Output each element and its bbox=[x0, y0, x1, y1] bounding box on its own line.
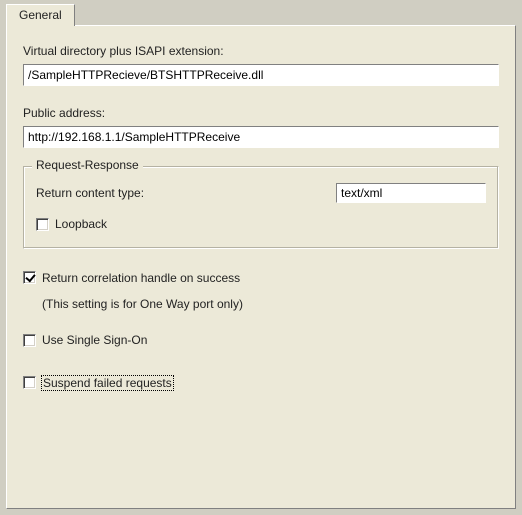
groupbox-request-response-title: Request-Response bbox=[32, 158, 143, 172]
suspend-failed-checkbox-box bbox=[23, 376, 36, 389]
loopback-checkbox-label: Loopback bbox=[55, 217, 107, 231]
public-address-label: Public address: bbox=[23, 106, 499, 120]
return-content-type-input[interactable] bbox=[336, 183, 486, 203]
groupbox-request-response: Request-Response Return content type: Lo… bbox=[23, 166, 499, 249]
use-sso-checkbox-label: Use Single Sign-On bbox=[42, 333, 147, 347]
use-sso-checkbox[interactable]: Use Single Sign-On bbox=[23, 333, 147, 347]
tab-strip: General bbox=[6, 4, 75, 26]
return-content-type-row: Return content type: bbox=[36, 183, 486, 203]
loopback-checkbox-box bbox=[36, 218, 49, 231]
tab-general-label: General bbox=[19, 8, 62, 22]
suspend-failed-checkbox[interactable]: Suspend failed requests bbox=[23, 376, 173, 390]
vdir-input[interactable] bbox=[23, 64, 499, 86]
use-sso-checkbox-box bbox=[23, 334, 36, 347]
tab-general[interactable]: General bbox=[6, 4, 75, 26]
return-correlation-checkbox-label: Return correlation handle on success bbox=[42, 271, 240, 285]
dialog-window: General Virtual directory plus ISAPI ext… bbox=[0, 0, 522, 515]
return-correlation-checkbox-box bbox=[23, 271, 36, 284]
suspend-failed-checkbox-label: Suspend failed requests bbox=[42, 376, 173, 390]
loopback-checkbox[interactable]: Loopback bbox=[36, 217, 107, 231]
return-correlation-checkbox[interactable]: Return correlation handle on success bbox=[23, 271, 240, 285]
return-content-type-label: Return content type: bbox=[36, 186, 336, 200]
return-correlation-note: (This setting is for One Way port only) bbox=[42, 297, 499, 311]
tab-page-general: Virtual directory plus ISAPI extension: … bbox=[6, 25, 516, 509]
vdir-label: Virtual directory plus ISAPI extension: bbox=[23, 44, 499, 58]
public-address-input[interactable] bbox=[23, 126, 499, 148]
